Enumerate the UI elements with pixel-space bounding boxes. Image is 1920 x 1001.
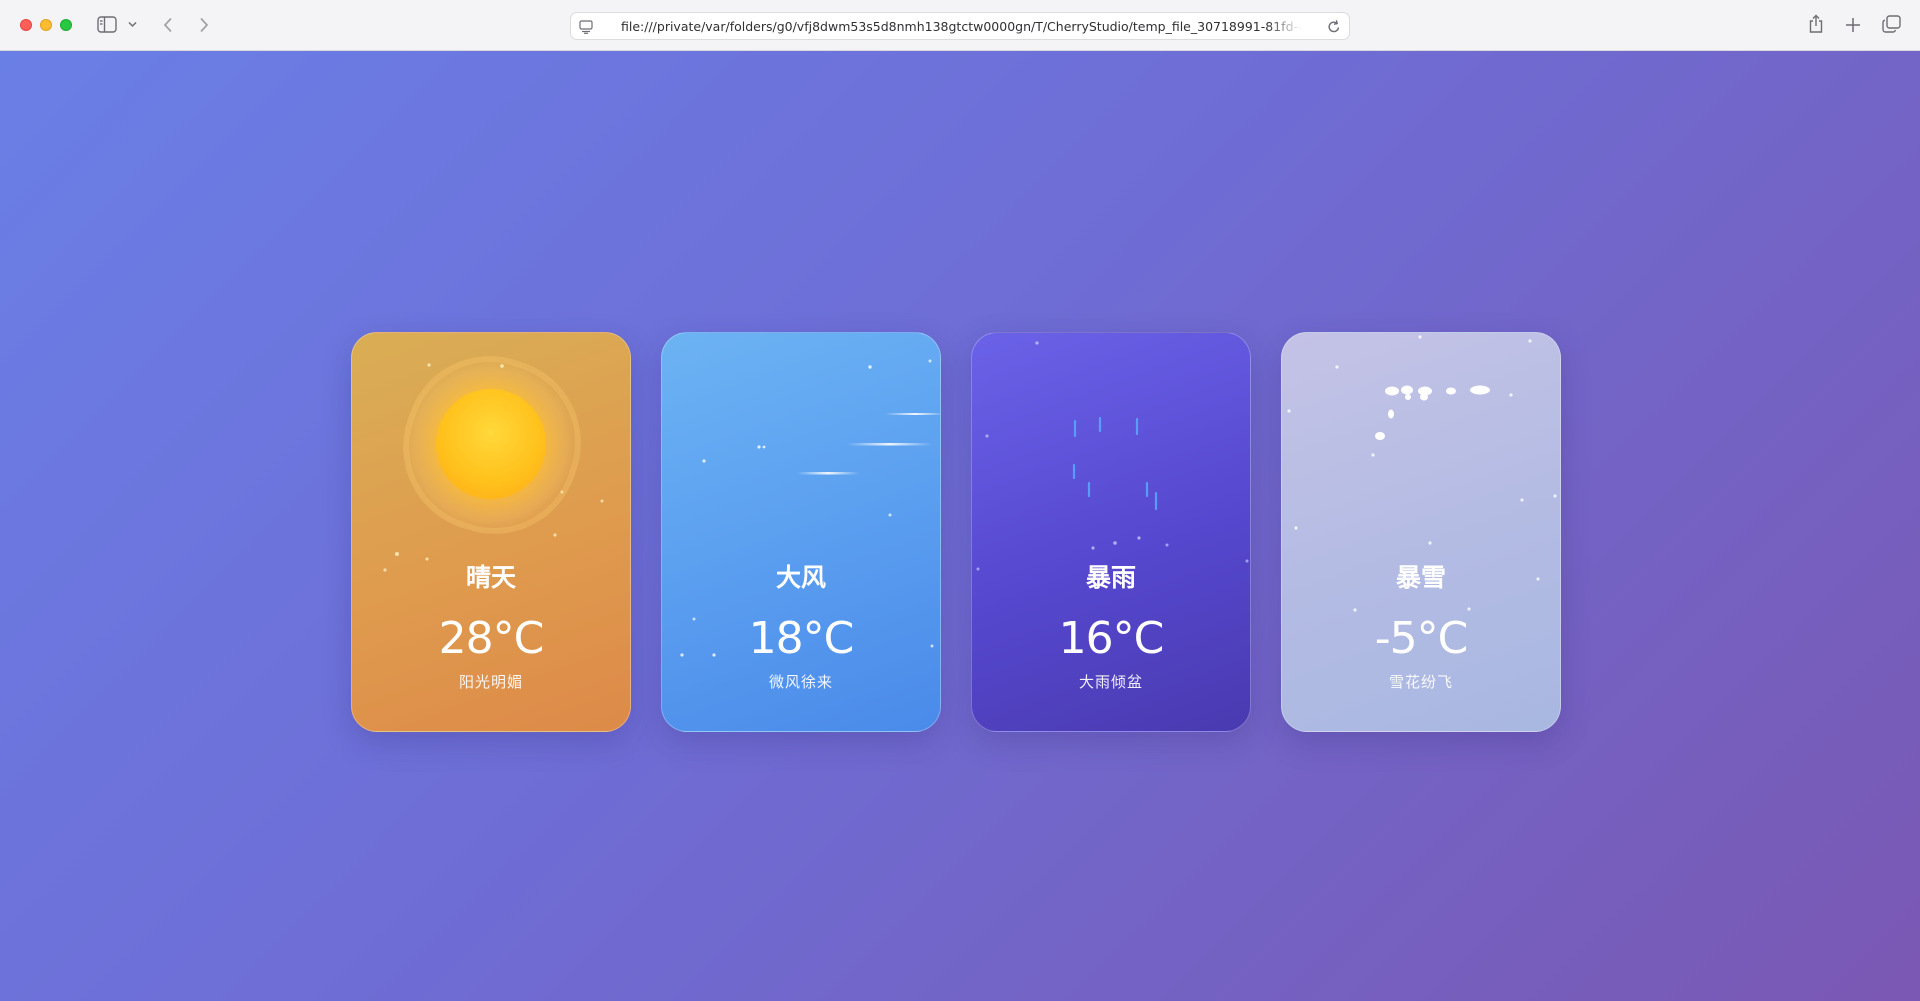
close-window-button[interactable]	[20, 19, 32, 31]
card-title: 暴雪	[1395, 563, 1446, 592]
card-temperature: -5°C	[1374, 613, 1469, 664]
weather-card-blizzard[interactable]: 暴雪 -5°C 雪花纷飞	[1281, 332, 1561, 732]
card-title: 暴雨	[1085, 563, 1136, 592]
wind-effect	[680, 359, 940, 657]
page-settings-icon[interactable]	[579, 20, 593, 34]
card-title: 晴天	[465, 563, 516, 592]
minimize-window-button[interactable]	[40, 19, 52, 31]
card-description: 阳光明媚	[458, 673, 523, 691]
new-tab-icon[interactable]	[1845, 17, 1861, 33]
weather-card-sunny[interactable]: 晴天 28°C 阳光明媚	[351, 332, 631, 732]
card-title: 大风	[775, 563, 826, 592]
rain-effect	[976, 341, 1249, 571]
card-description: 雪花纷飞	[1388, 673, 1453, 691]
sidebar-toggle-icon[interactable]	[97, 16, 117, 33]
reload-icon[interactable]	[1327, 19, 1341, 34]
chevron-down-icon[interactable]	[128, 21, 137, 28]
weather-card-rainstorm[interactable]: 暴雨 16°C 大雨倾盆	[971, 332, 1251, 732]
browser-toolbar: file:///private/var/folders/g0/vfj8dwm53…	[0, 0, 1920, 51]
card-temperature: 16°C	[1058, 613, 1165, 664]
back-arrow-icon[interactable]	[163, 17, 173, 33]
snow-effect	[1287, 335, 1557, 612]
forward-arrow-icon[interactable]	[199, 17, 209, 33]
card-temperature: 18°C	[748, 613, 855, 664]
weather-card-windy[interactable]: 大风 18°C 微风徐来	[661, 332, 941, 732]
url-text[interactable]: file:///private/var/folders/g0/vfj8dwm53…	[621, 19, 1301, 35]
card-description: 微风徐来	[768, 673, 833, 691]
share-icon[interactable]	[1808, 14, 1824, 34]
tab-overview-icon[interactable]	[1882, 15, 1901, 33]
zoom-window-button[interactable]	[60, 19, 72, 31]
sun-effect	[352, 333, 630, 731]
card-temperature: 28°C	[438, 613, 545, 664]
card-description: 大雨倾盆	[1078, 673, 1143, 691]
page-background: 晴天 28°C 阳光明媚 大风 18°C 微风徐来 暴雨 16°C 大雨倾盆 暴…	[0, 51, 1920, 1001]
address-bar[interactable]: file:///private/var/folders/g0/vfj8dwm53…	[570, 12, 1350, 40]
